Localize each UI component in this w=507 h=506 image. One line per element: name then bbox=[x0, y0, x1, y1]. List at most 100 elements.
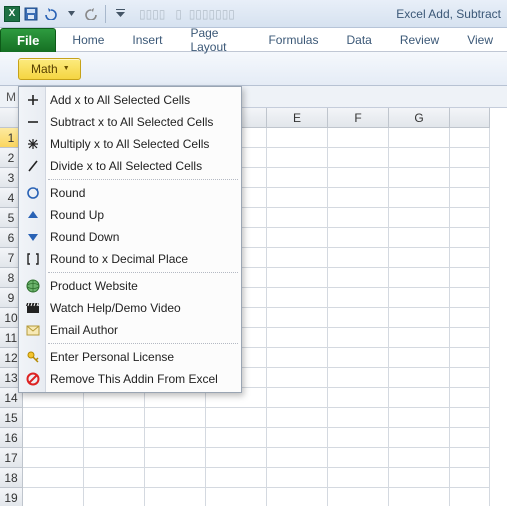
cell[interactable] bbox=[328, 428, 389, 448]
cell[interactable] bbox=[389, 388, 450, 408]
menu-item[interactable]: Add x to All Selected Cells bbox=[20, 89, 240, 111]
cell[interactable] bbox=[389, 288, 450, 308]
math-button[interactable]: Math ▼ bbox=[18, 58, 81, 80]
cell[interactable] bbox=[328, 408, 389, 428]
redo-icon[interactable] bbox=[82, 5, 100, 23]
qat-customize-icon[interactable] bbox=[111, 5, 129, 23]
cell[interactable] bbox=[206, 448, 267, 468]
cell[interactable] bbox=[145, 428, 206, 448]
cell[interactable] bbox=[206, 488, 267, 506]
cell[interactable] bbox=[84, 488, 145, 506]
column-header[interactable] bbox=[450, 108, 490, 128]
row-header[interactable]: 19 bbox=[0, 488, 23, 506]
cell[interactable] bbox=[450, 388, 490, 408]
cell[interactable] bbox=[145, 468, 206, 488]
cell[interactable] bbox=[450, 188, 490, 208]
cell[interactable] bbox=[267, 188, 328, 208]
cell[interactable] bbox=[267, 428, 328, 448]
tab-formulas[interactable]: Formulas bbox=[254, 28, 332, 52]
cell[interactable] bbox=[450, 328, 490, 348]
cell[interactable] bbox=[450, 208, 490, 228]
excel-logo[interactable]: X bbox=[4, 6, 20, 22]
cell[interactable] bbox=[23, 468, 84, 488]
cell[interactable] bbox=[84, 448, 145, 468]
cell[interactable] bbox=[450, 308, 490, 328]
cell[interactable] bbox=[267, 268, 328, 288]
cell[interactable] bbox=[328, 468, 389, 488]
cell[interactable] bbox=[389, 328, 450, 348]
cell[interactable] bbox=[450, 348, 490, 368]
cell[interactable] bbox=[389, 208, 450, 228]
cell[interactable] bbox=[328, 228, 389, 248]
cell[interactable] bbox=[389, 308, 450, 328]
cell[interactable] bbox=[389, 408, 450, 428]
cell[interactable] bbox=[267, 128, 328, 148]
cell[interactable] bbox=[328, 208, 389, 228]
undo-icon[interactable] bbox=[42, 5, 60, 23]
cell[interactable] bbox=[84, 428, 145, 448]
tab-view[interactable]: View bbox=[453, 28, 507, 52]
cell[interactable] bbox=[145, 448, 206, 468]
cell[interactable] bbox=[450, 368, 490, 388]
row-header[interactable]: 18 bbox=[0, 468, 23, 488]
save-icon[interactable] bbox=[22, 5, 40, 23]
cell[interactable] bbox=[450, 448, 490, 468]
cell[interactable] bbox=[328, 168, 389, 188]
cell[interactable] bbox=[23, 408, 84, 428]
cell[interactable] bbox=[389, 488, 450, 506]
cell[interactable] bbox=[328, 268, 389, 288]
tab-page-layout[interactable]: Page Layout bbox=[176, 28, 254, 52]
cell[interactable] bbox=[267, 208, 328, 228]
cell[interactable] bbox=[450, 228, 490, 248]
menu-item[interactable]: Subtract x to All Selected Cells bbox=[20, 111, 240, 133]
tab-review[interactable]: Review bbox=[386, 28, 453, 52]
cell[interactable] bbox=[389, 128, 450, 148]
cell[interactable] bbox=[23, 488, 84, 506]
cell[interactable] bbox=[267, 148, 328, 168]
tab-data[interactable]: Data bbox=[332, 28, 385, 52]
cell[interactable] bbox=[267, 448, 328, 468]
menu-item[interactable]: Divide x to All Selected Cells bbox=[20, 155, 240, 177]
tab-insert[interactable]: Insert bbox=[118, 28, 176, 52]
menu-item[interactable]: Email Author bbox=[20, 319, 240, 341]
cell[interactable] bbox=[450, 268, 490, 288]
cell[interactable] bbox=[328, 328, 389, 348]
cell[interactable] bbox=[389, 468, 450, 488]
cell[interactable] bbox=[145, 488, 206, 506]
cell[interactable] bbox=[450, 488, 490, 506]
cell[interactable] bbox=[389, 268, 450, 288]
cell[interactable] bbox=[267, 388, 328, 408]
cell[interactable] bbox=[206, 408, 267, 428]
cell[interactable] bbox=[450, 168, 490, 188]
cell[interactable] bbox=[389, 348, 450, 368]
menu-item[interactable]: Round bbox=[20, 182, 240, 204]
cell[interactable] bbox=[267, 228, 328, 248]
cell[interactable] bbox=[267, 248, 328, 268]
cell[interactable] bbox=[267, 288, 328, 308]
cell[interactable] bbox=[267, 488, 328, 506]
cell[interactable] bbox=[389, 448, 450, 468]
cell[interactable] bbox=[450, 408, 490, 428]
cell[interactable] bbox=[267, 408, 328, 428]
cell[interactable] bbox=[450, 148, 490, 168]
cell[interactable] bbox=[389, 148, 450, 168]
cell[interactable] bbox=[328, 248, 389, 268]
column-header[interactable]: E bbox=[267, 108, 328, 128]
row-header[interactable]: 15 bbox=[0, 408, 23, 428]
cell[interactable] bbox=[389, 428, 450, 448]
cell[interactable] bbox=[84, 468, 145, 488]
cell[interactable] bbox=[84, 408, 145, 428]
column-header[interactable]: G bbox=[389, 108, 450, 128]
cell[interactable] bbox=[328, 448, 389, 468]
menu-item[interactable]: Multiply x to All Selected Cells bbox=[20, 133, 240, 155]
menu-item[interactable]: Watch Help/Demo Video bbox=[20, 297, 240, 319]
cell[interactable] bbox=[450, 468, 490, 488]
cell[interactable] bbox=[328, 308, 389, 328]
cell[interactable] bbox=[328, 388, 389, 408]
menu-item[interactable]: Enter Personal License bbox=[20, 346, 240, 368]
cell[interactable] bbox=[328, 148, 389, 168]
menu-item[interactable]: Round Down bbox=[20, 226, 240, 248]
cell[interactable] bbox=[267, 468, 328, 488]
menu-item[interactable]: Round Up bbox=[20, 204, 240, 226]
cell[interactable] bbox=[267, 168, 328, 188]
